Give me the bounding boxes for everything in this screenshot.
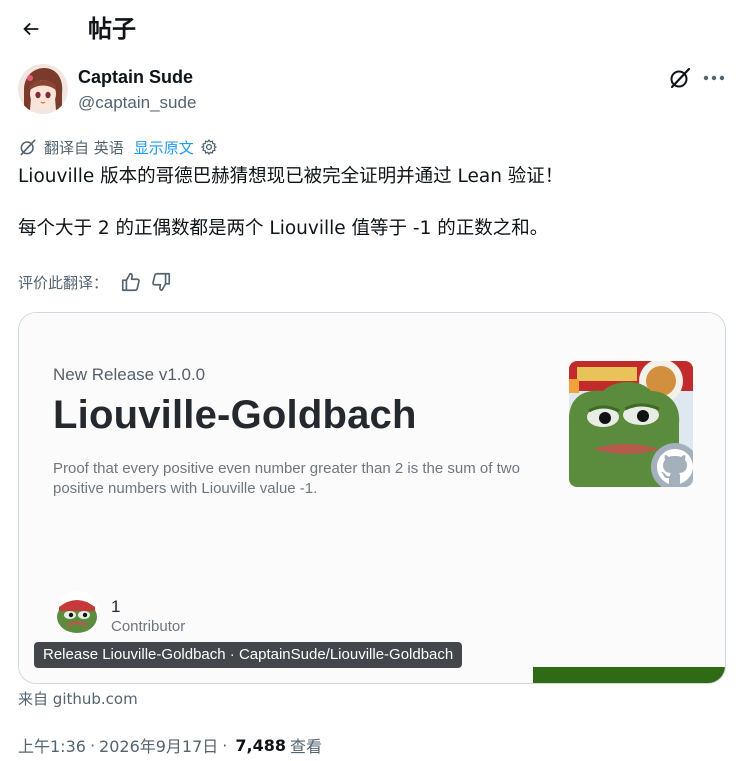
card-accent-bar (533, 667, 725, 683)
more-icon (703, 75, 725, 81)
show-original-link[interactable]: 显示原文 (134, 137, 194, 158)
tweet-text-line: 每个大于 2 的正偶数都是两个 Liouville 值等于 -1 的正数之和。 (18, 218, 549, 239)
meta-separator: · (89, 735, 96, 755)
card-caption[interactable]: Release Liouville-Goldbach · CaptainSude… (34, 642, 463, 668)
translate-icon (20, 139, 36, 156)
rate-translation-label: 评价此翻译： (18, 273, 109, 292)
more-button[interactable] (701, 66, 727, 90)
page-title: 帖子 (88, 15, 136, 43)
repo-description: Proof that every positive even number gr… (53, 460, 520, 497)
contributor-avatar (55, 591, 99, 635)
back-button[interactable] (14, 12, 48, 46)
from-prefix: 来自 (18, 690, 49, 708)
link-source: 来自 github.com (18, 688, 138, 709)
author-handle[interactable]: @captain_sude (78, 92, 196, 114)
author-name[interactable]: Captain Sude (78, 66, 193, 88)
tweet-text: Liouville 版本的哥德巴赫猜想现已被完全证明并通过 Lean 验证！ 每… (18, 164, 733, 242)
thumbs-down-icon[interactable] (150, 271, 172, 293)
contributor-label: Contributor (111, 618, 186, 635)
views-label: 查看 (290, 737, 323, 756)
source-domain-link[interactable]: github.com (53, 690, 138, 708)
back-arrow-icon (23, 22, 39, 36)
avatar[interactable] (18, 64, 68, 114)
thumbs-up-icon[interactable] (120, 271, 142, 293)
translated-from-label: 翻译自 英语 (44, 138, 124, 157)
repo-title: Liouville-Goldbach (53, 393, 417, 437)
card-preview-image: New Release v1.0.0 Liouville-Goldbach Pr… (19, 313, 725, 683)
contributor-count: 1 (111, 597, 121, 616)
grok-button[interactable] (668, 66, 692, 90)
translation-info: 翻译自 英语 显示原文 (18, 136, 218, 158)
gear-icon[interactable] (200, 138, 218, 156)
tweet-date[interactable]: 2026年9月17日 (99, 733, 218, 757)
release-version: New Release v1.0.0 (53, 365, 206, 384)
views-count[interactable]: 7,488 (235, 736, 286, 755)
grok-icon (670, 67, 691, 89)
tweet-meta: 上午1:36 · 2026年9月17日 · 7,488 查看 (18, 733, 322, 757)
tweet-time[interactable]: 上午1:36 (18, 733, 86, 757)
top-bar: 帖子 (0, 0, 753, 58)
meta-separator: · (222, 735, 228, 755)
tweet-text-line: Liouville 版本的哥德巴赫猜想现已被完全证明并通过 Lean 验证！ (18, 166, 564, 187)
repo-social-image (569, 361, 693, 487)
rate-translation: 评价此翻译： (18, 270, 172, 294)
link-card[interactable]: New Release v1.0.0 Liouville-Goldbach Pr… (18, 312, 726, 684)
